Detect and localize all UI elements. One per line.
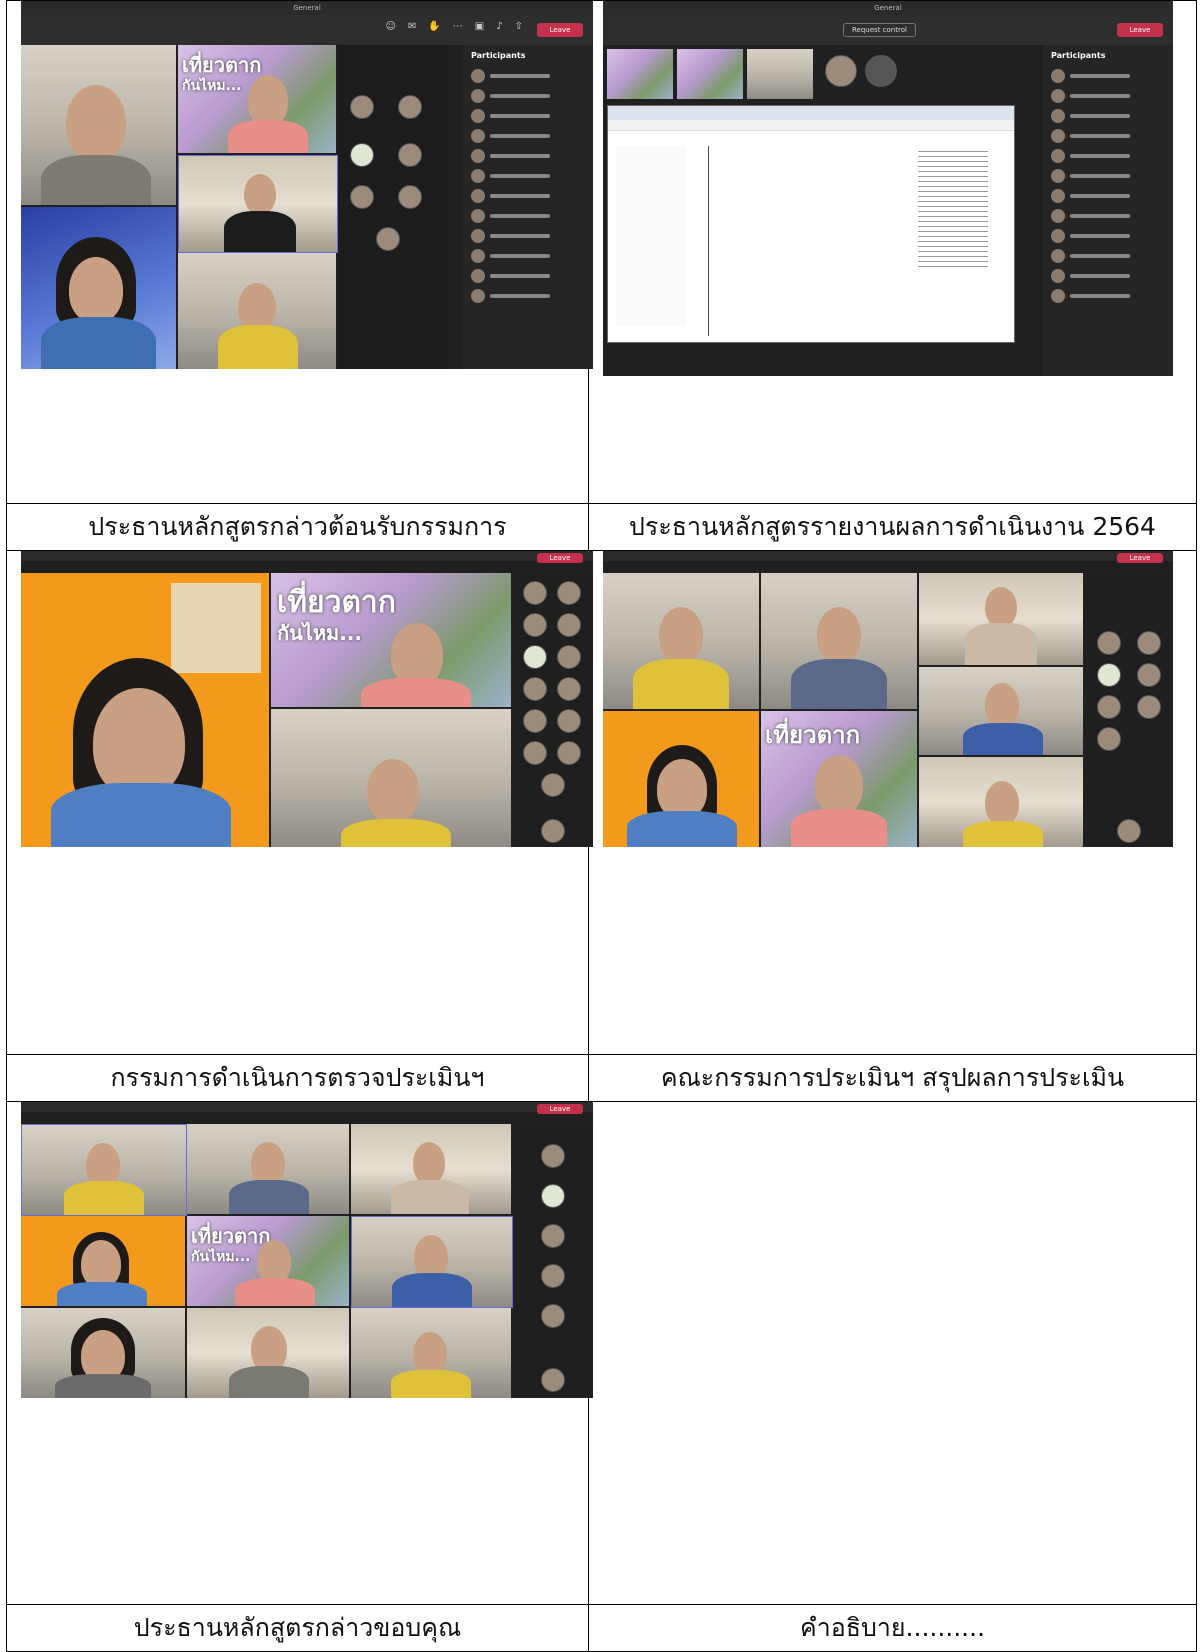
participants-title: Participants — [471, 51, 526, 60]
more-icon[interactable]: ⋯ — [453, 21, 463, 32]
teams-screenshot-welcome: General ☺ ✉ ✋ ⋯ ▣ ♪ ⇧ Leave เที่ยวตาก กั… — [21, 1, 593, 369]
thumb-tile-2 — [677, 49, 743, 99]
photo-cell-r2c2: Leave เที่ยวตาก — [588, 550, 1197, 1055]
react-icon[interactable]: ✋ — [428, 21, 440, 32]
video-tile-2 — [187, 1123, 349, 1214]
video-tile-banner-speaker: เที่ยวตาก กันไหม... — [178, 45, 336, 153]
photo-cell-r1c2: General Request control Leave Participan… — [588, 0, 1197, 505]
video-tile-woman-orange-bg — [21, 573, 269, 848]
roster-avatars — [515, 1123, 593, 1398]
roster-avatars — [515, 573, 593, 848]
camera-icon[interactable]: ▣ — [475, 21, 484, 32]
video-tile-woman-curtain — [178, 155, 338, 253]
caption-r2c1: กรรมการดำเนินการตรวจประเมินฯ — [6, 1053, 589, 1102]
video-tile-woman-curtain — [919, 573, 1083, 666]
participants-panel: Participants — [463, 45, 593, 369]
leave-button[interactable]: Leave — [537, 23, 583, 37]
video-tile-man-glasses — [21, 45, 176, 205]
caption-r1c2: ประธานหลักสูตรรายงานผลการดำเนินงาน 2564 — [588, 503, 1197, 552]
caption-r3c1: ประธานหลักสูตรกล่าวขอบคุณ — [6, 1604, 589, 1652]
video-tile-woman-orange-bg — [603, 711, 759, 848]
photo-cell-r1c1: General ☺ ✉ ✋ ⋯ ▣ ♪ ⇧ Leave เที่ยวตาก กั… — [6, 0, 593, 505]
video-tile-man-yellow — [178, 253, 336, 369]
teams-screenshot-thanks: Leave เที่ยวตาก กันไหม... — [21, 1101, 593, 1398]
request-control-button[interactable]: Request control — [843, 23, 916, 37]
video-tile-man-yellow-2 — [919, 757, 1083, 848]
mic-icon[interactable]: ♪ — [496, 21, 502, 32]
caption-r1c1: ประธานหลักสูตรกล่าวต้อนรับกรรมการ — [6, 503, 589, 552]
video-tile-woman-blue-bg — [21, 207, 176, 369]
video-tile-7 — [21, 1307, 185, 1398]
video-tile-banner-speaker: เที่ยวตาก กันไหม... — [271, 573, 511, 708]
people-icon[interactable]: ☺ — [385, 21, 395, 32]
video-tile-1 — [21, 1123, 187, 1216]
meeting-toolbar: ☺ ✉ ✋ ⋯ ▣ ♪ ⇧ Leave — [21, 15, 593, 45]
photo-cell-r2c1: Leave เที่ยวตาก กันไหม... — [6, 550, 593, 1055]
video-tile-4 — [21, 1215, 185, 1306]
caption-r2c2: คณะกรรมการประเมินฯ สรุปผลการประเมิน — [588, 1053, 1197, 1102]
thumb-tile-1 — [607, 49, 673, 99]
leave-button[interactable]: Leave — [1117, 23, 1163, 37]
teams-screenshot-summary: Leave เที่ยวตาก — [603, 551, 1173, 848]
video-tile-6 — [351, 1215, 513, 1308]
video-tile-man-yellow-1 — [603, 573, 759, 710]
chat-icon[interactable]: ✉ — [408, 21, 416, 32]
caption-r3c2: คำอธิบาย.......... — [588, 1604, 1197, 1652]
video-tile-man-mask — [761, 573, 917, 710]
video-tile-man-blue — [919, 667, 1083, 756]
video-tile-banner-speaker: เที่ยวตาก — [761, 711, 917, 848]
share-icon[interactable]: ⇧ — [515, 21, 523, 32]
shared-document-window — [607, 105, 1015, 343]
video-tile-9 — [351, 1307, 511, 1398]
roster-avatars — [1087, 573, 1173, 848]
teams-screenshot-evaluation: Leave เที่ยวตาก กันไหม... — [21, 551, 593, 848]
participants-panel: Participants — [1043, 45, 1173, 376]
photo-cell-r3c2-empty — [588, 1100, 1197, 1606]
photo-table: General ☺ ✉ ✋ ⋯ ▣ ♪ ⇧ Leave เที่ยวตาก กั… — [6, 0, 1197, 1652]
video-tile-man-yellow — [271, 709, 511, 848]
video-tile-5: เที่ยวตาก กันไหม... — [187, 1215, 349, 1306]
video-tile-8 — [187, 1307, 349, 1398]
teams-screenshot-report: General Request control Leave Participan… — [603, 1, 1173, 376]
video-tile-3 — [351, 1123, 511, 1214]
thumb-tile-3 — [747, 49, 813, 99]
roster-avatars — [338, 45, 448, 369]
photo-cell-r3c1: Leave เที่ยวตาก กันไหม... — [6, 1100, 593, 1606]
document-page: General ☺ ✉ ✋ ⋯ ▣ ♪ ⇧ Leave เที่ยวตาก กั… — [0, 0, 1203, 1652]
window-title: General — [21, 1, 593, 15]
